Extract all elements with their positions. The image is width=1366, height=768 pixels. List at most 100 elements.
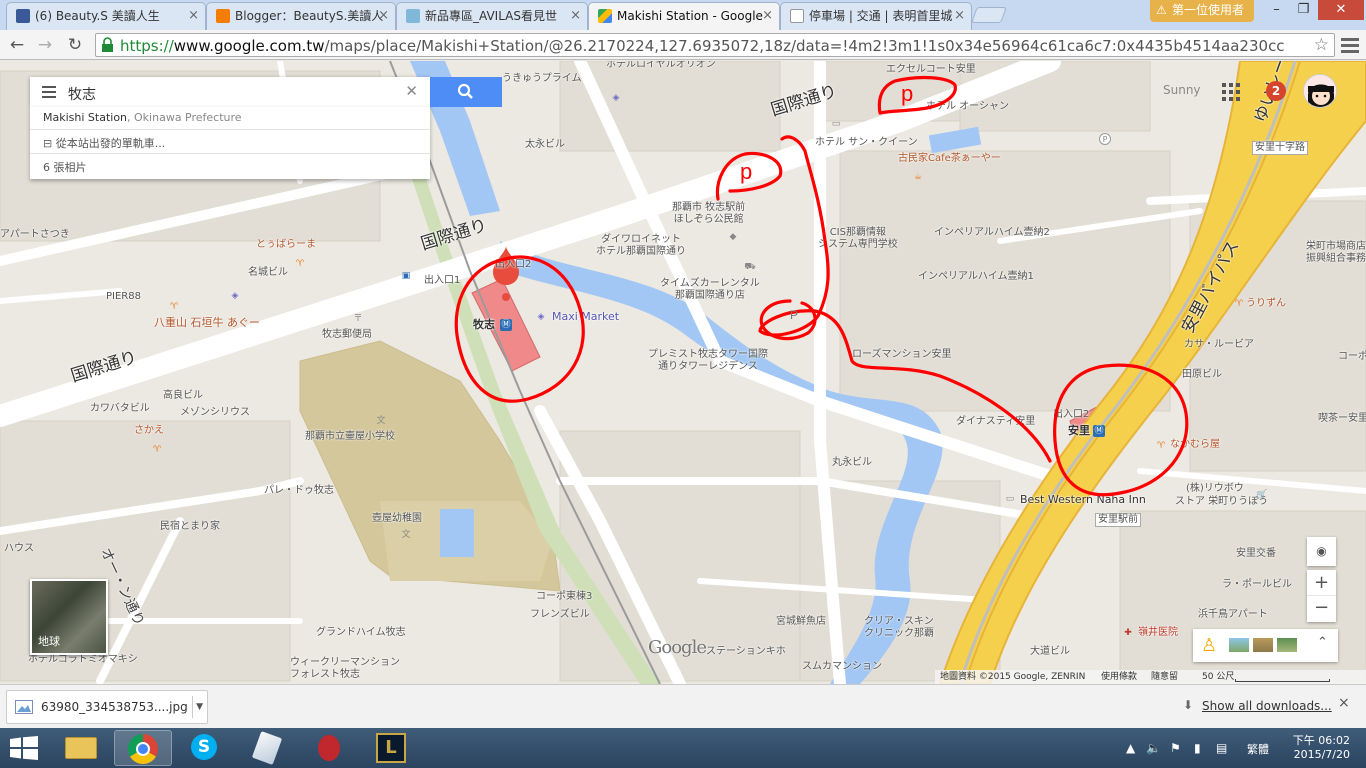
apps-grid-icon[interactable] [1222, 83, 1240, 101]
poi-label: アパートさつき [0, 229, 70, 240]
device-icon[interactable]: ▤ [1216, 741, 1227, 755]
poi-label-maxi-market: Maxi Market [552, 310, 620, 323]
poi-label: クリア・スキン クリニック那覇 [864, 616, 934, 639]
restaurant-icon: ♈ [295, 259, 305, 269]
target-icon: ◉ [1316, 544, 1327, 558]
league-of-legends-taskbar-icon[interactable]: L [362, 730, 420, 766]
tray-arrow-icon[interactable]: ▲ [1126, 741, 1135, 755]
close-download-bar-icon[interactable]: × [1338, 695, 1350, 711]
forward-arrow-icon[interactable]: → [33, 33, 57, 57]
poi-label: 浜千鳥アパート [1198, 609, 1268, 620]
search-input[interactable]: 牧志 [68, 84, 96, 104]
attribution-text: 地圖資料 ©2015 Google, ZENRIN [940, 672, 1086, 682]
tab-avilas[interactable]: 新品專區_AVILAS看見世 × [396, 2, 588, 30]
address-bar[interactable]: https://www.google.com.tw/maps/place/Mak… [95, 33, 1335, 57]
minimize-button[interactable]: – [1263, 0, 1290, 20]
window-close-button[interactable]: ✕ [1318, 0, 1364, 20]
terms-link[interactable]: 使用條款 [1101, 670, 1137, 684]
restaurant-icon: ♈ [152, 445, 162, 455]
scale-bar [1235, 679, 1330, 682]
input-language[interactable]: 繁體 [1247, 741, 1269, 757]
poi-label: エクセルコート安里 [886, 64, 976, 75]
photo-thumb-2[interactable] [1253, 638, 1273, 652]
poi-label: ローズマンション安里 [852, 349, 952, 360]
chevron-down-icon[interactable]: ▼ [192, 696, 203, 718]
photos-link[interactable]: 6 張相片 [43, 159, 87, 175]
poi-label: プレミスト牧志タワー国際 通りタワーレジデンス [648, 349, 768, 372]
paint-taskbar-icon[interactable] [238, 730, 296, 766]
bookmark-star-icon[interactable]: ☆ [1314, 35, 1329, 55]
place-name[interactable]: Makishi Station, Okinawa Prefecture [43, 111, 242, 124]
download-item[interactable]: 63980_334538753....jpg ▼ [6, 690, 208, 724]
system-clock[interactable]: 下午 06:02 2015/7/20 [1284, 734, 1350, 762]
poi-label: (株)リウボウ [1186, 483, 1244, 494]
windows-start-icon[interactable] [10, 736, 38, 760]
network-icon[interactable]: ▮ [1194, 741, 1201, 755]
avatar[interactable] [1303, 74, 1337, 108]
poi-label: ホテルコラトミオマキシ [28, 654, 138, 665]
poi-label: 高良ビル [163, 390, 203, 401]
zoom-in-button[interactable]: + [1307, 570, 1336, 596]
skype-taskbar-icon[interactable]: S [176, 730, 234, 766]
poi-label: 宮城鮮魚店 [776, 616, 826, 627]
new-tab-button[interactable] [971, 7, 1007, 23]
chrome-taskbar-icon[interactable] [114, 730, 172, 766]
back-arrow-icon[interactable]: ← [5, 33, 29, 57]
exit-label: 出入口2 [1053, 409, 1090, 420]
poi-label: ウィークリーマンション フォレスト牧志 [290, 657, 400, 680]
maximize-button[interactable]: ❐ [1290, 0, 1317, 20]
poi-label: 安里交番 [1236, 548, 1276, 559]
tab-parking[interactable]: 停車場 | 交通 | 表明首里城 × [780, 2, 972, 30]
chevron-up-icon[interactable]: ⌃ [1317, 635, 1328, 650]
close-tab-icon[interactable]: × [188, 3, 199, 29]
hotel-icon: ▭ [831, 119, 841, 129]
exit-label: 出入口1 [424, 275, 461, 286]
zoom-control: + − [1307, 570, 1336, 622]
google-maps-icon [598, 9, 612, 23]
reload-icon[interactable]: ↻ [63, 33, 87, 57]
poi-label: 民宿とまり家 [160, 521, 220, 532]
feedback-link[interactable]: 隨意留 [1151, 670, 1178, 684]
clear-search-icon[interactable]: ✕ [405, 82, 418, 100]
close-tab-icon[interactable]: × [762, 3, 773, 29]
tab-blogger[interactable]: Blogger：BeautyS.美讀人 × [206, 2, 396, 30]
poi-label: カサ・ルービア [1184, 339, 1254, 350]
zoom-out-button[interactable]: − [1307, 596, 1336, 622]
restaurant-icon: ♈ [1156, 441, 1166, 451]
photo-thumb-3[interactable] [1277, 638, 1297, 652]
search-box[interactable]: 牧志 ✕ [30, 77, 430, 107]
search-button[interactable] [430, 77, 502, 107]
user-profile-badge[interactable]: ⚠ 第一位使用者 [1150, 0, 1255, 22]
poi-label: うきゅうプライム [502, 73, 582, 84]
poi-label: ホテルロイヤルオリオン [606, 61, 716, 70]
tab-facebook[interactable]: (6) Beauty.S 美讀人生 × [6, 2, 206, 30]
pegman-icon[interactable]: ♙ [1201, 635, 1217, 656]
file-explorer-taskbar-icon[interactable] [52, 730, 110, 766]
blogger-icon [216, 9, 230, 23]
show-all-downloads-link[interactable]: Show all downloads... [1202, 699, 1332, 713]
route-link[interactable]: ⊟ 從本站出發的單軌車... [43, 135, 165, 151]
train-station-icon: Ⓜ [1093, 425, 1105, 437]
poi-label: 太永ビル [525, 139, 565, 150]
close-tab-icon[interactable]: × [570, 3, 581, 29]
photo-thumb-1[interactable] [1229, 638, 1249, 652]
image-file-icon [15, 700, 33, 714]
menu-icon[interactable] [42, 86, 56, 101]
flag-icon[interactable]: ⚑ [1170, 741, 1181, 755]
tab-makishi-station[interactable]: Makishi Station - Google × [588, 2, 780, 30]
poi-label: 名城ビル [248, 267, 288, 278]
page-icon [790, 9, 804, 23]
close-tab-icon[interactable]: × [378, 3, 389, 29]
map-canvas[interactable]: 国際通り 国際通り 国際通り ゆいレール 安里バイパス オー・ン通り 安里十字路… [0, 61, 1366, 684]
exit-label: 出入口2 [495, 259, 532, 270]
notification-badge[interactable]: 2 [1266, 81, 1286, 101]
my-location-button[interactable]: ◉ [1307, 537, 1336, 566]
download-filename: 63980_334538753....jpg [41, 700, 188, 714]
poi-label: コーポ [1338, 351, 1366, 362]
clock-date: 2015/7/20 [1293, 748, 1350, 761]
close-tab-icon[interactable]: × [954, 3, 965, 29]
volume-icon[interactable]: 🔈 [1146, 741, 1161, 755]
app-taskbar-icon[interactable] [300, 730, 358, 766]
chrome-menu-icon[interactable] [1339, 35, 1361, 55]
earth-view-toggle[interactable]: 地球 [30, 579, 108, 655]
